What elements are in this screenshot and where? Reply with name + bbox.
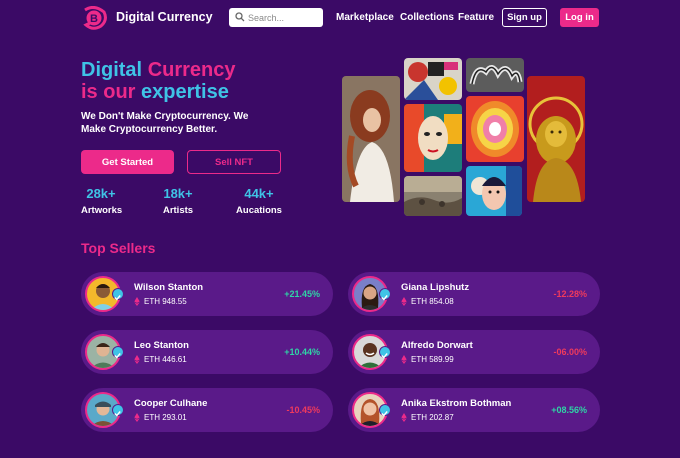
nav-marketplace[interactable]: Marketplace	[336, 12, 394, 23]
verified-badge-icon	[379, 346, 391, 359]
seller-eth: ETH 948.55	[134, 297, 187, 306]
stat-artists: 18k+ Artists	[161, 186, 195, 216]
stat-label: Artworks	[81, 205, 123, 216]
verified-badge-icon	[112, 288, 124, 301]
nft-image-woman-portrait[interactable]	[342, 76, 400, 202]
get-started-button[interactable]: Get Started	[81, 150, 174, 174]
seller-name: Cooper Culhane	[134, 398, 208, 409]
hero-title-line2: is our expertise	[81, 81, 229, 103]
seller-change: -10.45%	[286, 405, 320, 415]
brand-name[interactable]: Digital Currency	[116, 10, 213, 24]
seller-eth: ETH 589.99	[401, 355, 454, 364]
nft-image-abstract-shapes[interactable]	[404, 58, 462, 100]
nft-image-landscape[interactable]	[404, 176, 462, 216]
seller-eth-value: ETH 202.87	[411, 413, 454, 422]
hero-title-word: Digital	[81, 59, 143, 81]
seller-change: -06.00%	[553, 347, 587, 357]
stat-artworks: 28k+ Artworks	[81, 186, 123, 216]
seller-change: +10.44%	[284, 347, 320, 357]
seller-change: +08.56%	[551, 405, 587, 415]
seller-eth-value: ETH 293.01	[144, 413, 187, 422]
stat-value: 28k+	[86, 186, 116, 201]
seller-eth: ETH 293.01	[134, 413, 187, 422]
seller-eth-value: ETH 948.55	[144, 297, 187, 306]
ethereum-icon	[401, 355, 407, 364]
verified-badge-icon	[112, 404, 124, 417]
verified-badge-icon	[112, 346, 124, 359]
sell-nft-button[interactable]: Sell NFT	[187, 150, 281, 174]
stat-label: Aucations	[236, 205, 282, 216]
ethereum-icon	[134, 297, 140, 306]
stat-label: Artists	[162, 205, 194, 216]
stat-value: 18k+	[163, 186, 193, 201]
seller-name: Giana Lipshutz	[401, 282, 470, 293]
login-button[interactable]: Log in	[560, 8, 599, 27]
seller-name: Anika Ekstrom Bothman	[401, 398, 512, 409]
nft-image-pop-art-portrait[interactable]	[466, 166, 522, 216]
signup-button[interactable]: Sign up	[502, 8, 547, 27]
nav-feature[interactable]: Feature	[458, 12, 494, 23]
nft-image-face-art[interactable]	[404, 104, 462, 172]
brand-logo[interactable]: B	[81, 5, 108, 30]
search-box[interactable]	[229, 8, 323, 27]
hero-title-line1: Digital Currency	[81, 59, 236, 81]
search-input[interactable]	[248, 9, 320, 26]
seller-name: Wilson Stanton	[134, 282, 204, 293]
ethereum-icon	[134, 355, 140, 364]
nft-image-golden-lion[interactable]	[527, 76, 585, 202]
svg-text:B: B	[90, 13, 98, 25]
seller-card[interactable]: Alfredo Dorwart ETH 589.99 -06.00%	[348, 330, 600, 374]
ethereum-icon	[401, 413, 407, 422]
seller-eth: ETH 202.87	[401, 413, 454, 422]
seller-eth-value: ETH 854.08	[411, 297, 454, 306]
nav-collections[interactable]: Collections	[400, 12, 454, 23]
seller-name: Leo Stanton	[134, 340, 189, 351]
seller-eth: ETH 854.08	[401, 297, 454, 306]
seller-name: Alfredo Dorwart	[401, 340, 473, 351]
ethereum-icon	[134, 413, 140, 422]
seller-card[interactable]: Wilson Stanton ETH 948.55 +21.45%	[81, 272, 333, 316]
nft-image-graffiti[interactable]	[466, 58, 524, 92]
ethereum-icon	[401, 297, 407, 306]
seller-change: +21.45%	[284, 289, 320, 299]
stat-value: 44k+	[244, 186, 274, 201]
hero-tagline: We Don't Make Cryptocurrency. We Make Cr…	[81, 111, 249, 135]
seller-card[interactable]: Giana Lipshutz ETH 854.08 -12.28%	[348, 272, 600, 316]
hero-title-word: Currency	[147, 59, 236, 81]
seller-card[interactable]: Anika Ekstrom Bothman ETH 202.87 +08.56%	[348, 388, 600, 432]
navbar: B Digital Currency Marketplace Collectio…	[0, 0, 680, 36]
seller-card[interactable]: Leo Stanton ETH 446.61 +10.44%	[81, 330, 333, 374]
verified-badge-icon	[379, 404, 391, 417]
seller-eth: ETH 446.61	[134, 355, 187, 364]
seller-card[interactable]: Cooper Culhane ETH 293.01 -10.45%	[81, 388, 333, 432]
top-sellers-title: Top Sellers	[81, 240, 156, 256]
verified-badge-icon	[379, 288, 391, 301]
seller-change: -12.28%	[553, 289, 587, 299]
hero-title-word: is our	[81, 81, 136, 103]
nft-image-concentric-colors[interactable]	[466, 96, 524, 162]
seller-eth-value: ETH 446.61	[144, 355, 187, 364]
hero-title-word: expertise	[141, 81, 229, 103]
search-icon	[235, 12, 245, 22]
seller-eth-value: ETH 589.99	[411, 355, 454, 364]
stat-aucations: 44k+ Aucations	[235, 186, 283, 216]
